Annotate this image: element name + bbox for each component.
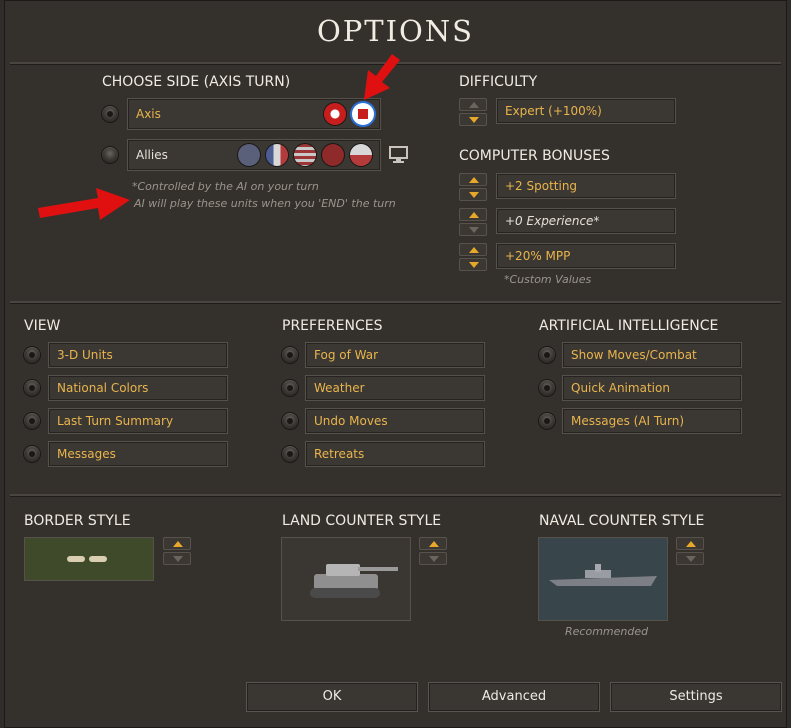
spotting-down-button[interactable]	[459, 188, 487, 201]
usa-flag-icon[interactable]	[294, 144, 316, 166]
view-messages-radio[interactable]	[24, 446, 40, 462]
pref-undo-moves-radio[interactable]	[282, 413, 298, 429]
naval-counter-stepper[interactable]	[676, 537, 704, 565]
experience-stepper[interactable]	[459, 208, 487, 236]
ai-heading: ARTIFICIAL INTELLIGENCE	[539, 318, 719, 334]
view-last-turn-summary[interactable]: Last Turn Summary	[48, 408, 228, 434]
difficulty-value: Expert (+100%)	[496, 98, 676, 124]
difficulty-up-button[interactable]	[459, 98, 487, 111]
ussr-flag-icon[interactable]	[322, 144, 344, 166]
spotting-value: +2 Spotting	[496, 173, 676, 199]
experience-down-button[interactable]	[459, 223, 487, 236]
pref-fog-of-war[interactable]: Fog of War	[305, 342, 485, 368]
naval-counter-heading: NAVAL COUNTER STYLE	[539, 513, 705, 529]
border-dash	[89, 556, 107, 562]
options-dialog: OPTIONS CHOOSE SIDE (AXIS TURN) Axis All…	[4, 0, 787, 728]
mpp-up-button[interactable]	[459, 243, 487, 256]
ai-quick-animation[interactable]: Quick Animation	[562, 375, 742, 401]
ok-button[interactable]: OK	[246, 682, 418, 712]
dialog-title: OPTIONS	[316, 14, 475, 48]
spotting-stepper[interactable]	[459, 173, 487, 201]
land-counter-preview	[281, 537, 411, 621]
mpp-down-button[interactable]	[459, 258, 487, 271]
pref-retreats-radio[interactable]	[282, 446, 298, 462]
land-counter-heading: LAND COUNTER STYLE	[282, 513, 442, 529]
experience-up-button[interactable]	[459, 208, 487, 221]
naval-counter-preview	[538, 537, 668, 621]
ai-note-line1: *Controlled by the AI on your turn	[132, 180, 319, 193]
land-counter-stepper[interactable]	[419, 537, 447, 565]
view-last-turn-summary-radio[interactable]	[24, 413, 40, 429]
settings-button[interactable]: Settings	[610, 682, 782, 712]
view-3d-units[interactable]: 3-D Units	[48, 342, 228, 368]
difficulty-heading: DIFFICULTY	[459, 74, 538, 90]
axis-radio[interactable]	[102, 106, 118, 122]
naval-counter-down-button[interactable]	[676, 552, 704, 565]
border-style-preview	[24, 537, 154, 581]
uk-flag-icon[interactable]	[238, 144, 260, 166]
choose-side-heading: CHOOSE SIDE (AXIS TURN)	[102, 74, 291, 90]
allies-radio[interactable]	[102, 147, 118, 163]
battleship-icon	[549, 564, 657, 586]
divider	[10, 494, 781, 497]
pref-fog-of-war-radio[interactable]	[282, 347, 298, 363]
computer-monitor-icon	[389, 146, 408, 163]
view-national-colors-radio[interactable]	[24, 380, 40, 396]
naval-recommended-note: Recommended	[565, 625, 649, 638]
ai-note-line2: AI will play these units when you 'END' …	[134, 197, 396, 210]
red-arrow-annotation	[364, 54, 400, 100]
pref-undo-moves[interactable]: Undo Moves	[305, 408, 485, 434]
ai-messages-radio[interactable]	[539, 413, 555, 429]
germany-flag-icon[interactable]	[324, 103, 346, 125]
spotting-up-button[interactable]	[459, 173, 487, 186]
difficulty-stepper[interactable]	[459, 98, 487, 126]
pref-weather-radio[interactable]	[282, 380, 298, 396]
france-flag-icon[interactable]	[266, 144, 288, 166]
border-style-heading: BORDER STYLE	[24, 513, 131, 529]
naval-counter-up-button[interactable]	[676, 537, 704, 550]
poland-flag-icon[interactable]	[350, 144, 372, 166]
mpp-stepper[interactable]	[459, 243, 487, 271]
view-messages[interactable]: Messages	[48, 441, 228, 467]
border-style-up-button[interactable]	[163, 537, 191, 550]
custom-values-note: *Custom Values	[504, 273, 592, 286]
mpp-value: +20% MPP	[496, 243, 676, 269]
view-heading: VIEW	[24, 318, 61, 334]
border-style-down-button[interactable]	[163, 552, 191, 565]
allies-label: Allies	[136, 148, 168, 162]
pref-weather[interactable]: Weather	[305, 375, 485, 401]
divider	[10, 301, 781, 304]
red-arrow-annotation	[38, 188, 130, 220]
preferences-heading: PREFERENCES	[282, 318, 383, 334]
land-counter-down-button[interactable]	[419, 552, 447, 565]
experience-value: +0 Experience*	[496, 208, 676, 234]
difficulty-down-button[interactable]	[459, 113, 487, 126]
ai-messages[interactable]: Messages (AI Turn)	[562, 408, 742, 434]
tank-icon	[310, 564, 398, 598]
advanced-button[interactable]: Advanced	[428, 682, 600, 712]
land-counter-up-button[interactable]	[419, 537, 447, 550]
pref-retreats[interactable]: Retreats	[305, 441, 485, 467]
ai-show-moves[interactable]: Show Moves/Combat	[562, 342, 742, 368]
italy-flag-shield	[358, 109, 368, 119]
view-3d-units-radio[interactable]	[24, 347, 40, 363]
border-dash	[67, 556, 85, 562]
computer-bonuses-heading: COMPUTER BONUSES	[459, 148, 610, 164]
ai-show-moves-radio[interactable]	[539, 347, 555, 363]
view-national-colors[interactable]: National Colors	[48, 375, 228, 401]
border-style-stepper[interactable]	[163, 537, 191, 565]
ai-quick-animation-radio[interactable]	[539, 380, 555, 396]
italy-flag-icon[interactable]	[352, 103, 374, 125]
axis-label: Axis	[136, 107, 161, 121]
